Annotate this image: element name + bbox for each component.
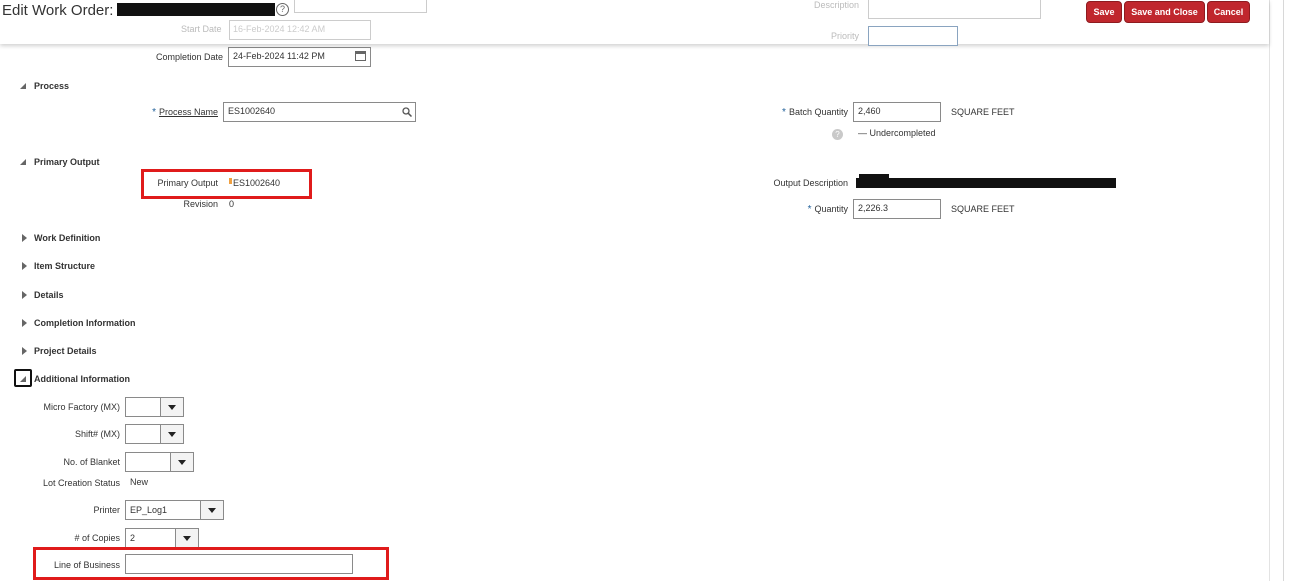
required-asterisk: * [807,204,812,215]
no-of-blanket-select[interactable] [125,452,194,472]
flag-icon [229,178,232,184]
process-name-value: ES1002640 [228,106,276,116]
micro-factory-select[interactable] [125,397,184,417]
required-asterisk: * [782,107,786,118]
completion-date-label: Completion Date [155,52,223,62]
quantity-value: 2,226.3 [858,203,889,213]
chevron-down-icon [178,460,186,465]
expand-triangle-icon[interactable] [22,234,27,242]
save-and-close-button[interactable]: Save and Close [1124,1,1205,23]
section-project-details[interactable]: Project Details [34,346,97,356]
printer-label: Printer [93,505,120,515]
expand-triangle-icon[interactable] [22,347,27,355]
primary-output-label: Primary Output [157,178,218,188]
batch-quantity-uom: SQUARE FEET [951,107,1015,117]
dropdown-button[interactable] [160,398,183,416]
collapse-triangle-icon[interactable] [20,83,26,89]
priority-input[interactable] [868,26,958,46]
cancel-button[interactable]: Cancel [1207,1,1250,23]
revision-label: Revision [183,199,218,209]
redacted-output-description-mark [859,174,889,179]
chevron-down-icon [168,405,176,410]
dropdown-button[interactable] [200,501,223,519]
expand-triangle-icon[interactable] [22,319,27,327]
page-title: Edit Work Order: [2,2,114,19]
no-of-blanket-label: No. of Blanket [63,457,120,467]
section-primary-output[interactable]: Primary Output [34,157,100,167]
info-icon: ? [832,129,843,140]
collapse-triangle-icon[interactable] [20,159,26,165]
primary-output-value[interactable]: ES1002640 [233,178,280,188]
section-item-structure[interactable]: Item Structure [34,261,95,271]
section-details[interactable]: Details [34,290,64,300]
dropdown-button[interactable] [175,529,198,547]
section-work-definition[interactable]: Work Definition [34,233,100,243]
undercompleted-text: — Undercompleted [858,128,936,138]
process-name-label: * Process Name [140,107,218,118]
batch-quantity-value: 2,460 [858,106,881,116]
completion-date-value: 24-Feb-2024 11:42 PM [233,51,325,61]
description-input[interactable] [868,0,1041,19]
process-name-input[interactable]: ES1002640 [223,102,416,122]
section-additional-information[interactable]: Additional Information [34,374,130,384]
start-date-label: Start Date [181,24,222,34]
chevron-down-icon [168,432,176,437]
dropdown-button[interactable] [160,425,183,443]
printer-value: EP_Log1 [130,505,168,515]
copies-label: # of Copies [74,533,120,543]
help-icon[interactable]: ? [276,3,289,16]
page-header: Edit Work Order: ? Start Date 16-Feb-202… [0,0,1269,46]
quantity-label-text: Quantity [814,204,848,214]
completion-date-input[interactable]: 24-Feb-2024 11:42 PM [228,47,371,67]
required-asterisk: * [152,107,156,118]
copies-value: 2 [130,533,136,543]
shift-label: Shift# (MX) [74,429,120,439]
scrollbar[interactable] [1283,0,1284,581]
start-date-value: 16-Feb-2024 12:42 AM [233,24,326,34]
copies-select[interactable]: 2 [125,528,199,548]
chevron-down-icon [183,536,191,541]
quantity-uom: SQUARE FEET [951,204,1015,214]
section-completion-information[interactable]: Completion Information [34,318,136,328]
undercompleted-label: Undercompleted [869,128,936,138]
revision-value: 0 [229,199,235,209]
priority-label: Priority [831,31,860,41]
quantity-input[interactable]: 2,226.3 [853,199,941,219]
micro-factory-label: Micro Factory (MX) [43,402,121,412]
lot-creation-status-label: Lot Creation Status [42,478,120,488]
process-name-label-text: Process Name [158,107,218,117]
dropdown-button[interactable] [170,453,193,471]
search-icon[interactable] [402,107,412,117]
batch-quantity-input[interactable]: 2,460 [853,102,941,122]
lot-creation-status-value: New [130,477,149,487]
expand-triangle-icon[interactable] [22,262,27,270]
description-label: Description [814,0,860,10]
scroll-rail [1269,0,1270,581]
section-process[interactable]: Process [34,81,69,91]
calendar-icon[interactable] [355,51,366,61]
printer-select[interactable]: EP_Log1 [125,500,224,520]
save-button[interactable]: Save [1086,1,1122,23]
redacted-output-description [856,178,1116,188]
shift-select[interactable] [125,424,184,444]
collapse-triangle-icon[interactable] [20,376,26,382]
line-of-business-input[interactable] [125,554,353,574]
output-description-label: Output Description [773,178,848,188]
batch-quantity-label-text: Batch Quantity [788,107,848,117]
chevron-down-icon [208,508,216,513]
header-field-top[interactable] [294,0,427,13]
quantity-label: * Quantity [790,204,848,215]
line-of-business-label: Line of Business [53,560,120,570]
batch-quantity-label: * Batch Quantity [765,107,848,118]
redacted-work-order-number [117,3,275,16]
expand-triangle-icon[interactable] [22,291,27,299]
